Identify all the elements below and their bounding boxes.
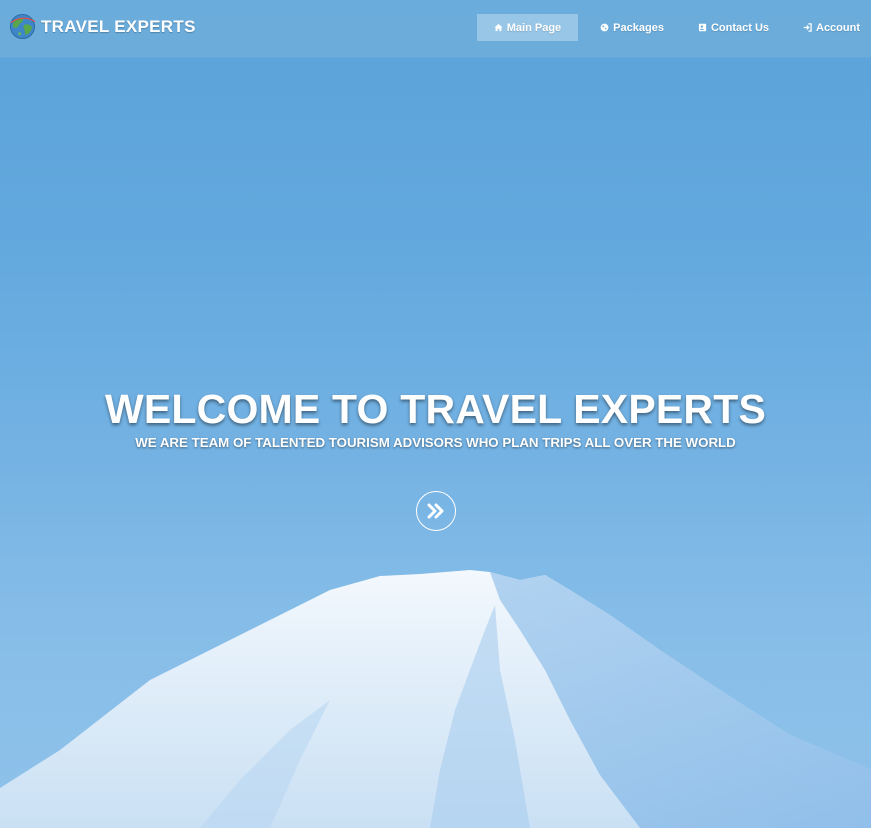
- home-icon: [494, 23, 503, 32]
- login-icon: [803, 23, 812, 32]
- hero-title: WELCOME TO TRAVEL EXPERTS: [104, 386, 767, 432]
- scroll-down-button[interactable]: [416, 491, 456, 531]
- globe-icon: [9, 13, 36, 40]
- brand-name: TRAVEL EXPERTS: [41, 16, 196, 36]
- contact-card-icon: [698, 23, 707, 32]
- hero-subtitle: WE ARE TEAM OF TALENTED TOURISM ADVISORS…: [135, 435, 736, 450]
- nav-contact-us-label: Contact Us: [710, 21, 769, 34]
- nav-contact-us[interactable]: Contact Us: [686, 14, 781, 41]
- nav-account[interactable]: Account: [791, 14, 871, 41]
- brand-link[interactable]: TRAVEL EXPERTS: [9, 13, 196, 40]
- nav-packages[interactable]: Packages: [588, 14, 676, 41]
- nav-packages-label: Packages: [613, 21, 664, 34]
- nav-links: Main Page Packages Contact Us Account: [467, 14, 871, 41]
- double-chevron-right-icon: [427, 503, 444, 519]
- globe-small-icon: [600, 23, 609, 32]
- nav-main-page-label: Main Page: [506, 21, 562, 34]
- mountain-background-image: [0, 570, 871, 828]
- nav-account-label: Account: [816, 21, 860, 34]
- page: TRAVEL EXPERTS Main Page Packages Contac…: [0, 0, 871, 828]
- nav-main-page[interactable]: Main Page: [476, 14, 579, 41]
- top-navbar: TRAVEL EXPERTS Main Page Packages Contac…: [0, 0, 871, 57]
